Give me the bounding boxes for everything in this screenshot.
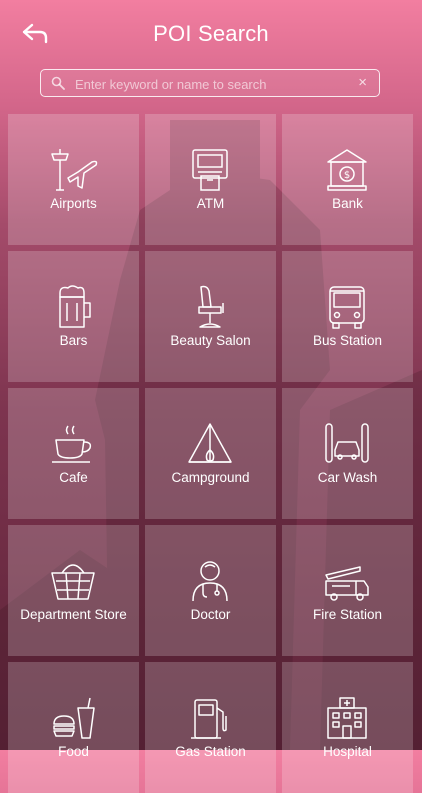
category-tile-bars[interactable]: Bars (8, 251, 139, 382)
category-label: Doctor (190, 607, 231, 622)
category-tile-airports[interactable]: Airports (8, 114, 139, 245)
category-label: Car Wash (317, 470, 378, 485)
category-label: Campground (171, 470, 250, 485)
category-label: Bank (332, 196, 363, 211)
category-label: ATM (196, 196, 225, 211)
page-title: POI Search (153, 21, 269, 46)
category-label: Bars (59, 333, 88, 348)
app-header: POI Search (0, 0, 422, 68)
tent-icon (188, 423, 232, 463)
category-label: Gas Station (175, 744, 246, 759)
category-label: Fire Station (312, 607, 383, 622)
search-bar[interactable]: × (40, 69, 380, 97)
category-tile-bus-station[interactable]: Bus Station (282, 251, 413, 382)
category-tile-doctor[interactable]: Doctor (145, 525, 276, 656)
category-label: Beauty Salon (170, 333, 251, 348)
category-tile-campground[interactable]: Campground (145, 388, 276, 519)
category-tile-atm[interactable]: ATM (145, 114, 276, 245)
category-tile-food[interactable]: Food (8, 662, 139, 793)
search-icon (51, 76, 65, 90)
gas-pump-icon (191, 699, 227, 739)
beer-icon (59, 285, 91, 328)
category-label: Hospital (323, 744, 372, 759)
category-label: Airports (50, 196, 97, 211)
search-input[interactable] (73, 72, 347, 96)
svg-text:$: $ (344, 170, 350, 181)
category-tile-fire-station[interactable]: Fire Station (282, 525, 413, 656)
category-label: Bus Station (312, 333, 383, 348)
basket-icon (51, 564, 95, 600)
coffee-cup-icon (52, 425, 92, 463)
bank-icon: $ (327, 149, 367, 191)
airport-icon (51, 149, 98, 191)
category-tile-cafe[interactable]: Cafe (8, 388, 139, 519)
category-tile-department-store[interactable]: Department Store (8, 525, 139, 656)
category-tile-hospital[interactable]: Hospital (282, 662, 413, 793)
category-label: Food (58, 744, 89, 759)
category-label: Cafe (59, 470, 88, 485)
category-tile-beauty-salon[interactable]: Beauty Salon (145, 251, 276, 382)
fire-truck-icon (325, 566, 369, 601)
category-tile-bank[interactable]: $ Bank (282, 114, 413, 245)
food-icon (53, 697, 95, 739)
clear-search-icon[interactable]: × (358, 74, 367, 91)
salon-chair-icon (198, 285, 224, 328)
category-tile-car-wash[interactable]: Car Wash (282, 388, 413, 519)
category-tile-gas-station[interactable]: Gas Station (145, 662, 276, 793)
doctor-icon (192, 561, 228, 602)
hospital-icon (327, 697, 367, 739)
bus-icon (329, 286, 365, 329)
car-wash-icon (325, 423, 369, 463)
category-label: Department Store (20, 607, 127, 622)
atm-icon (192, 149, 228, 191)
